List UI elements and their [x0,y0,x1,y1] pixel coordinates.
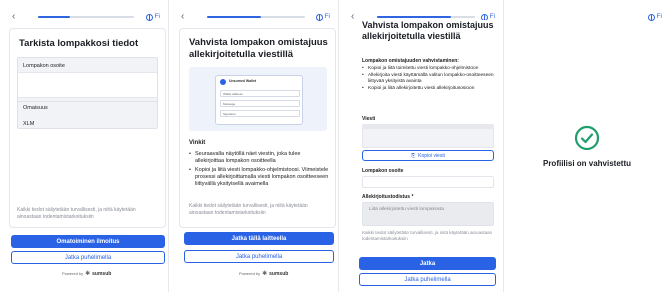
illustration-dot-icon [220,79,226,85]
privacy-note: Kaikki tiedot säilytetään turvallisesti,… [189,203,308,216]
progress-bar [38,16,134,18]
illustration-wallet-window: Unsumed Wallet Wallet address Message Si… [215,75,303,125]
language-label: Fi [154,13,160,20]
page-title: Tarkista lompakkosi tiedot [19,38,139,49]
progress-bar [377,16,475,18]
screen-verified: Fi Profiilisi on vahvistettu [503,0,670,292]
brand-name: sumsub [92,270,112,277]
message-label: Viesti [362,116,376,122]
continue-on-phone-button[interactable]: Jatka puhelimella [11,251,165,264]
signature-label: Allekirjoitustodistus * [362,194,414,200]
language-selector[interactable]: Fi [145,10,160,24]
copy-message-label: Kopioi viesti [418,152,445,159]
illustration-row: Wallet address [220,90,300,97]
screen-verify-ownership-intro: ‹ Fi Vahvista lompakon omistajuus alleki… [168,0,338,292]
powered-by-label: Powered by [239,271,261,276]
continue-on-device-button[interactable]: Jatka tällä laitteella [184,232,334,245]
content-card: Tarkista lompakkosi tiedot Lompakon osoi… [9,28,166,228]
progress-bar [207,16,305,18]
illustration-header: Unsumed Wallet [229,79,257,83]
success-block: Profiilisi on vahvistettu [504,0,670,292]
message-field-strip [363,125,493,129]
globe-icon [315,13,323,21]
asset-value: XLM [23,121,35,127]
privacy-note: Kaikki tiedot säilytetään turvallisesti,… [362,230,493,241]
top-bar: ‹ Fi [10,10,162,24]
continue-on-phone-button[interactable]: Jatka puhelimella [184,250,334,263]
wallet-address-label: Lompakon osoite [362,168,404,174]
progress-fill [377,16,451,18]
content-card: Vahvista lompakon omistajuus allekirjoit… [179,28,336,228]
tip-item: Seuraavalla näytöllä näet viestin, joka … [189,151,331,165]
page-title: Vahvista lompakon omistajuus allekirjoit… [189,37,328,60]
signature-placeholder: Liitä allekirjoitettu viesti lompakosta [369,207,444,212]
progress-fill [38,16,70,18]
steps-list: Kopioi ja liitä toimitettu viesti lompak… [362,66,498,93]
language-selector[interactable]: Fi [315,10,330,24]
steps-heading: Lompakon omistajuuden vahvistaminen: [362,58,459,64]
powered-by: Powered by ✱ sumsub [239,270,289,278]
wallet-address-label: Lompakon osoite [23,63,65,69]
asset-label: Omaisuus [23,105,48,111]
step-item: Kopioi ja liitä toimitettu viesti lompak… [362,66,498,72]
step-item: Allekirjoita viesti käyttämällä valitun … [362,73,498,85]
step-item: Kopioi ja liitä allekirjoitettu viesti a… [362,86,498,92]
progress-fill [207,16,261,18]
wallet-illustration: Unsumed Wallet Wallet address Message Si… [189,67,327,131]
success-message: Profiilisi on vahvistettu [542,158,631,168]
tip-item: Kopioi ja liitä viesti lompakko-ohjelmis… [189,167,331,188]
success-check-icon [574,125,600,150]
illustration-row: Signature [220,110,300,117]
tips-heading: Vinkit [189,140,206,146]
globe-icon [145,13,153,21]
content-card: Vahvista lompakon omistajuus allekirjoit… [360,20,502,252]
back-arrow-icon[interactable]: ‹ [12,10,15,24]
wallet-address-field[interactable] [18,72,157,98]
continue-on-phone-button[interactable]: Jatka puhelimella [359,273,496,286]
powered-by: Powered by ✱ sumsub [62,270,112,278]
powered-by-label: Powered by [62,271,84,276]
page-title: Vahvista lompakon omistajuus allekirjoit… [362,20,494,41]
screen-sign-message: ‹ Fi Vahvista lompakon omistajuus alleki… [338,0,503,292]
back-arrow-icon[interactable]: ‹ [351,10,354,24]
tips-list: Seuraavalla näytöllä näet viestin, joka … [189,151,331,190]
wallet-address-field[interactable] [362,176,494,188]
self-declare-button[interactable]: Omatoiminen ilmoitus [11,235,165,248]
signature-field[interactable]: Liitä allekirjoitettu viesti lompakosta [362,202,494,226]
copy-icon: ⎘ [411,152,416,159]
top-bar: ‹ Fi [179,10,332,24]
illustration-row: Message [220,100,300,107]
sumsub-logo-icon: ✱ [262,271,268,277]
message-field[interactable] [362,124,494,148]
back-arrow-icon[interactable]: ‹ [181,10,184,24]
continue-button[interactable]: Jatka [359,257,496,270]
copy-message-button[interactable]: ⎘ Kopioi viesti [362,150,494,161]
privacy-note: Kaikki tiedot säilytetään turvallisesti,… [17,207,136,220]
asset-box: Omaisuus XLM [17,101,158,129]
language-label: Fi [324,13,330,20]
brand-name: sumsub [269,270,289,277]
screen-review-wallet: ‹ Fi Tarkista lompakkosi tiedot Lompakon… [0,0,168,292]
sumsub-logo-icon: ✱ [85,271,91,277]
